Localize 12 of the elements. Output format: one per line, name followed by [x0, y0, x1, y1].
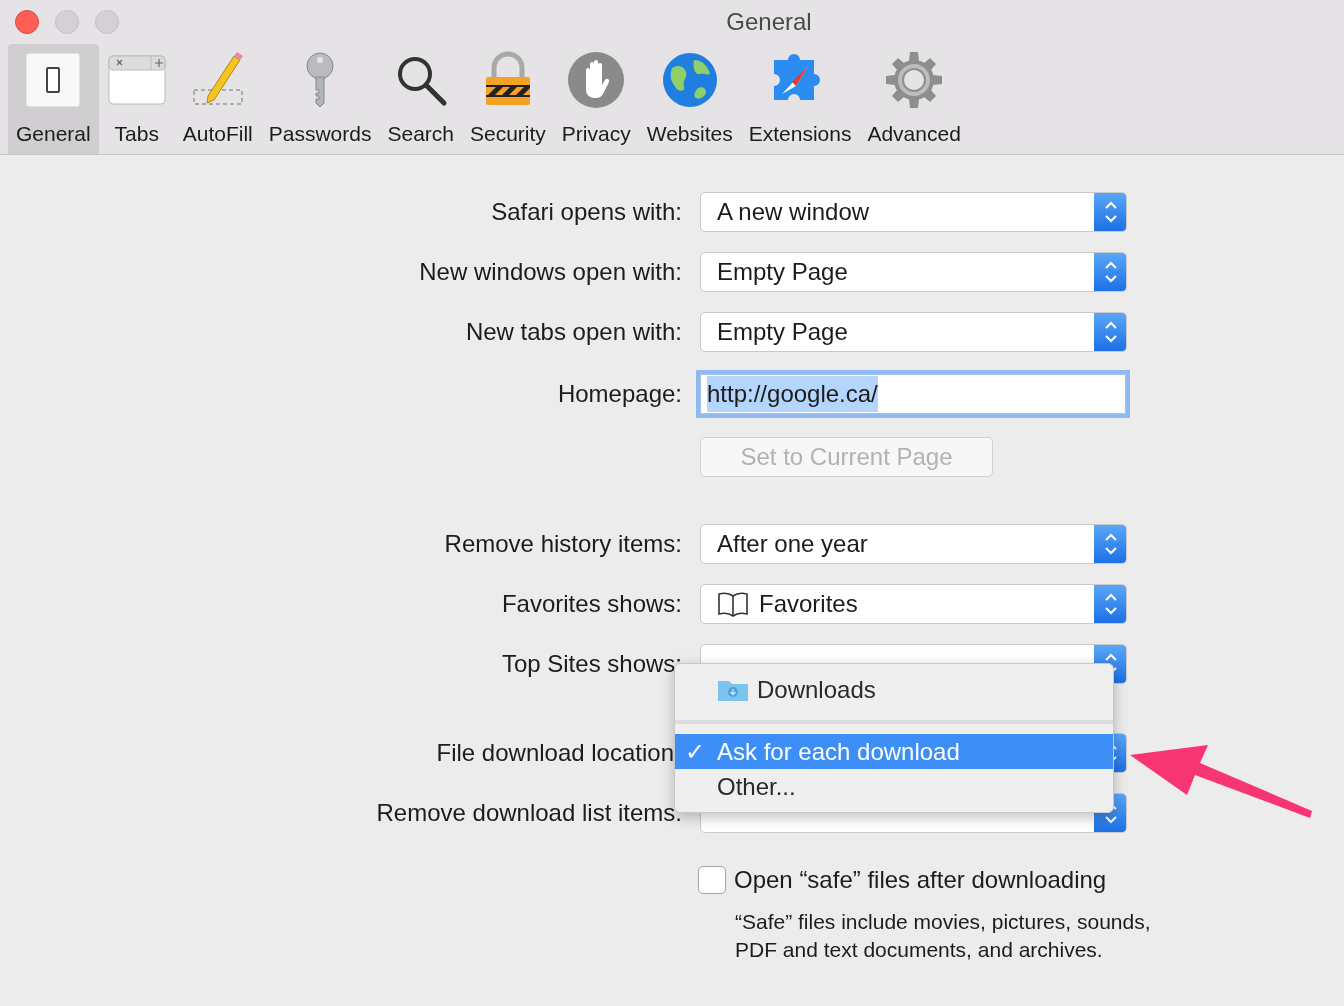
checkbox-label: Open “safe” files after downloading — [734, 865, 1107, 895]
field-label: Top Sites shows: — [501, 650, 682, 677]
help-text: “Safe” files include movies, pictures, sounds, PDF and text documents, and archives. — [735, 909, 1152, 963]
field-label: New tabs open with: — [465, 318, 682, 345]
field-label: New windows open with: — [419, 258, 682, 285]
field-label: Remove download list items: — [376, 799, 682, 826]
window-title: General — [726, 8, 812, 35]
field-label: Safari opens with: — [491, 198, 682, 225]
field-label: File download location — [436, 739, 674, 766]
field-label: Homepage: — [557, 380, 682, 407]
field-label: Favorites shows: — [501, 590, 682, 617]
field-label: Remove history items: — [444, 530, 682, 557]
